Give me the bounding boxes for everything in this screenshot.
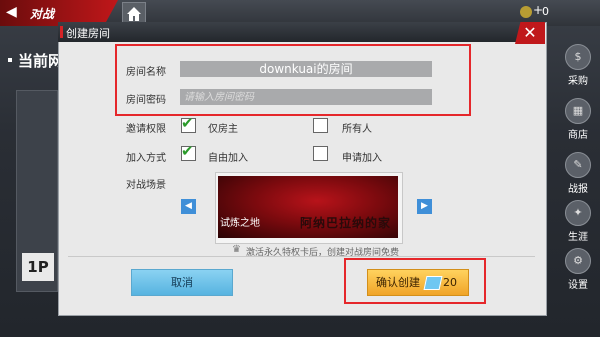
invite-everyone-checkbox[interactable] bbox=[313, 118, 328, 133]
check-icon: ✔ bbox=[181, 114, 194, 132]
report-icon: ✎ bbox=[565, 152, 591, 178]
room-password-input[interactable] bbox=[180, 89, 432, 105]
confirm-create-label: 确认创建 bbox=[376, 276, 420, 289]
scene-name: 试炼之地 bbox=[220, 218, 260, 229]
side-menu-settings[interactable]: ⚙ 设置 bbox=[559, 248, 597, 292]
store-icon: ▦ bbox=[565, 98, 591, 124]
join-apply-checkbox[interactable] bbox=[313, 146, 328, 161]
confirm-create-button[interactable]: 确认创建 20 bbox=[367, 269, 469, 296]
invite-permission-label: 邀请权限 bbox=[126, 124, 166, 135]
side-menu-career[interactable]: ✦ 生涯 bbox=[559, 200, 597, 244]
side-menu-label: 设置 bbox=[568, 280, 588, 291]
side-menu-label: 生涯 bbox=[568, 232, 588, 243]
coin-balance: 0 bbox=[542, 5, 549, 18]
arrow-left-icon: ◀ bbox=[185, 201, 192, 211]
divider bbox=[68, 256, 535, 257]
check-icon: ✔ bbox=[181, 142, 194, 160]
side-menu-label: 战报 bbox=[568, 184, 588, 195]
settings-gear-icon: ⚙ bbox=[565, 248, 591, 274]
join-free-label: 自由加入 bbox=[208, 153, 248, 164]
room-name-field[interactable]: downkuai的房间 bbox=[180, 61, 432, 77]
highlight-name-password bbox=[115, 44, 471, 116]
dialog-header bbox=[58, 22, 545, 42]
scene-label: 对战场景 bbox=[126, 180, 166, 191]
confirm-cost: 20 bbox=[443, 276, 457, 289]
player-badge: 1P bbox=[22, 253, 54, 281]
shop-bag-icon: $ bbox=[565, 44, 591, 70]
room-name-label: 房间名称 bbox=[126, 67, 166, 78]
scene-prev-button[interactable]: ◀ bbox=[181, 199, 196, 214]
scene-next-button[interactable]: ▶ bbox=[417, 199, 432, 214]
side-menu-store[interactable]: ▦ 商店 bbox=[559, 98, 597, 142]
close-icon: ✕ bbox=[523, 23, 537, 42]
dialog-title: 创建房间 bbox=[66, 27, 110, 40]
invite-owner-only-checkbox[interactable]: ✔ bbox=[181, 114, 196, 133]
join-method-label: 加入方式 bbox=[126, 153, 166, 164]
side-menu-purchase[interactable]: $ 采购 bbox=[559, 44, 597, 88]
title-accent-bar bbox=[60, 26, 63, 38]
section-bullet bbox=[8, 58, 12, 62]
crown-icon: ♛ bbox=[232, 244, 241, 255]
career-icon: ✦ bbox=[565, 200, 591, 226]
side-menu-label: 商店 bbox=[568, 130, 588, 141]
coin-icon bbox=[520, 6, 532, 18]
join-free-checkbox[interactable]: ✔ bbox=[181, 142, 196, 161]
side-menu-label: 采购 bbox=[568, 76, 588, 87]
scene-artwork-text: 阿纳巴拉纳的家 bbox=[300, 216, 392, 230]
room-password-label: 房间密码 bbox=[126, 95, 166, 106]
ticket-icon bbox=[423, 276, 443, 290]
section-title: 当前网 bbox=[18, 52, 64, 70]
arrow-right-icon: ▶ bbox=[421, 201, 428, 211]
back-arrow-icon[interactable]: ◀ bbox=[6, 4, 22, 22]
cancel-button[interactable]: 取消 bbox=[131, 269, 233, 296]
side-menu-report[interactable]: ✎ 战报 bbox=[559, 152, 597, 196]
invite-owner-only-label: 仅房主 bbox=[208, 124, 238, 135]
join-apply-label: 申请加入 bbox=[342, 153, 382, 164]
invite-everyone-label: 所有人 bbox=[342, 124, 372, 135]
back-tab-label: 对战 bbox=[30, 7, 55, 21]
